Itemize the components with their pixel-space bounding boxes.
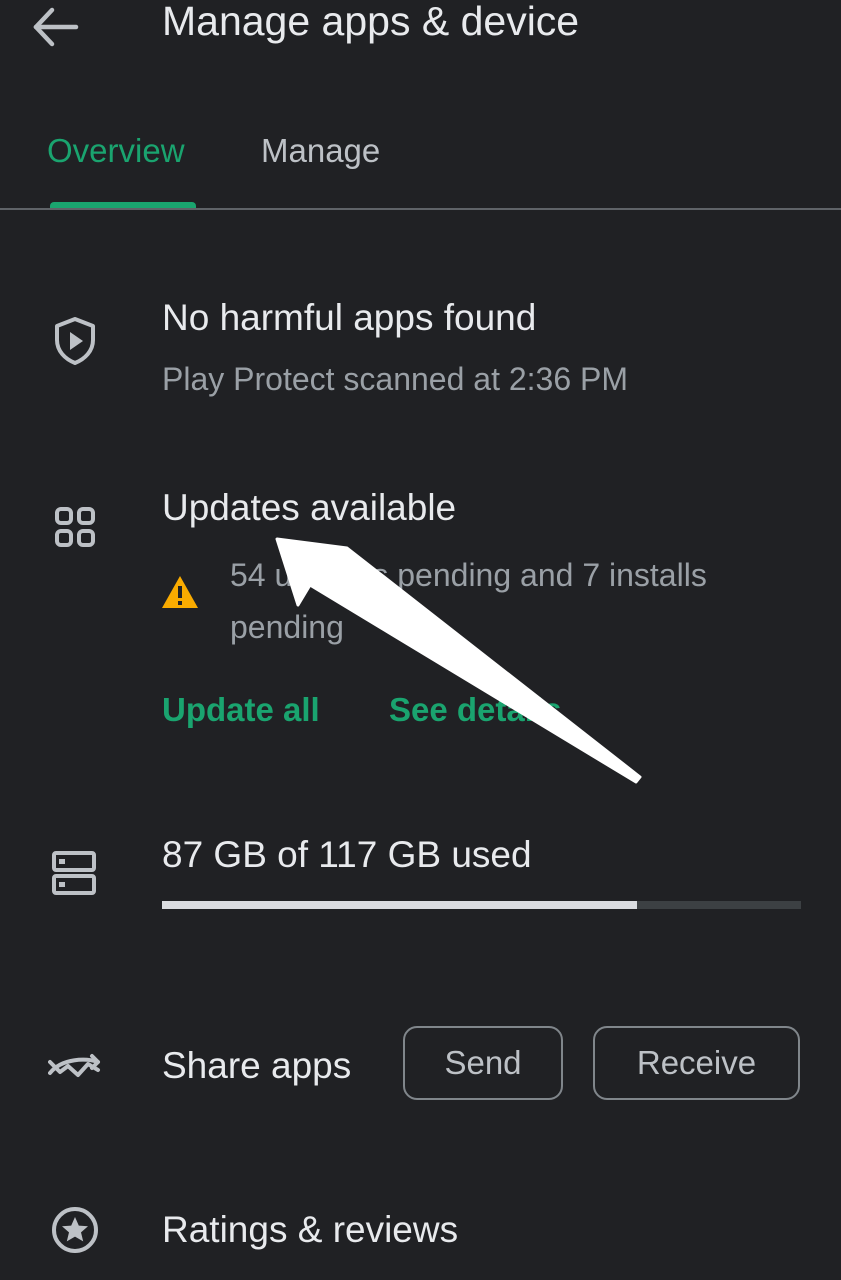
tab-overview[interactable]: Overview: [47, 132, 185, 170]
storage-icon: [48, 846, 102, 900]
protect-subtitle: Play Protect scanned at 2:36 PM: [162, 361, 629, 397]
see-details-button[interactable]: See details: [389, 691, 561, 729]
storage-progress-fill: [162, 901, 638, 909]
tab-manage[interactable]: Manage: [261, 132, 380, 170]
share-apps-label: Share apps: [162, 1045, 352, 1086]
warning-icon: [160, 574, 200, 610]
send-button[interactable]: Send: [403, 1026, 563, 1100]
arrow-back-icon: [33, 7, 79, 47]
tabs-divider: [0, 208, 841, 210]
updates-title[interactable]: Updates available: [162, 487, 456, 529]
apps-grid-icon: [48, 500, 102, 554]
share-apps-icon: [48, 1040, 102, 1094]
shield-play-icon: [48, 314, 102, 368]
protect-title[interactable]: No harmful apps found: [162, 297, 536, 339]
updates-subtitle: 54 updates pending and 7 installs pendin…: [230, 557, 707, 645]
storage-progress-bar: [162, 901, 801, 909]
star-icon: [48, 1203, 102, 1257]
storage-usage-text[interactable]: 87 GB of 117 GB used: [162, 834, 532, 876]
page-title: Manage apps & device: [162, 0, 580, 44]
receive-button[interactable]: Receive: [593, 1026, 800, 1100]
back-button[interactable]: [30, 4, 82, 50]
update-all-button[interactable]: Update all: [162, 691, 320, 729]
ratings-reviews-item[interactable]: Ratings & reviews: [162, 1209, 458, 1251]
